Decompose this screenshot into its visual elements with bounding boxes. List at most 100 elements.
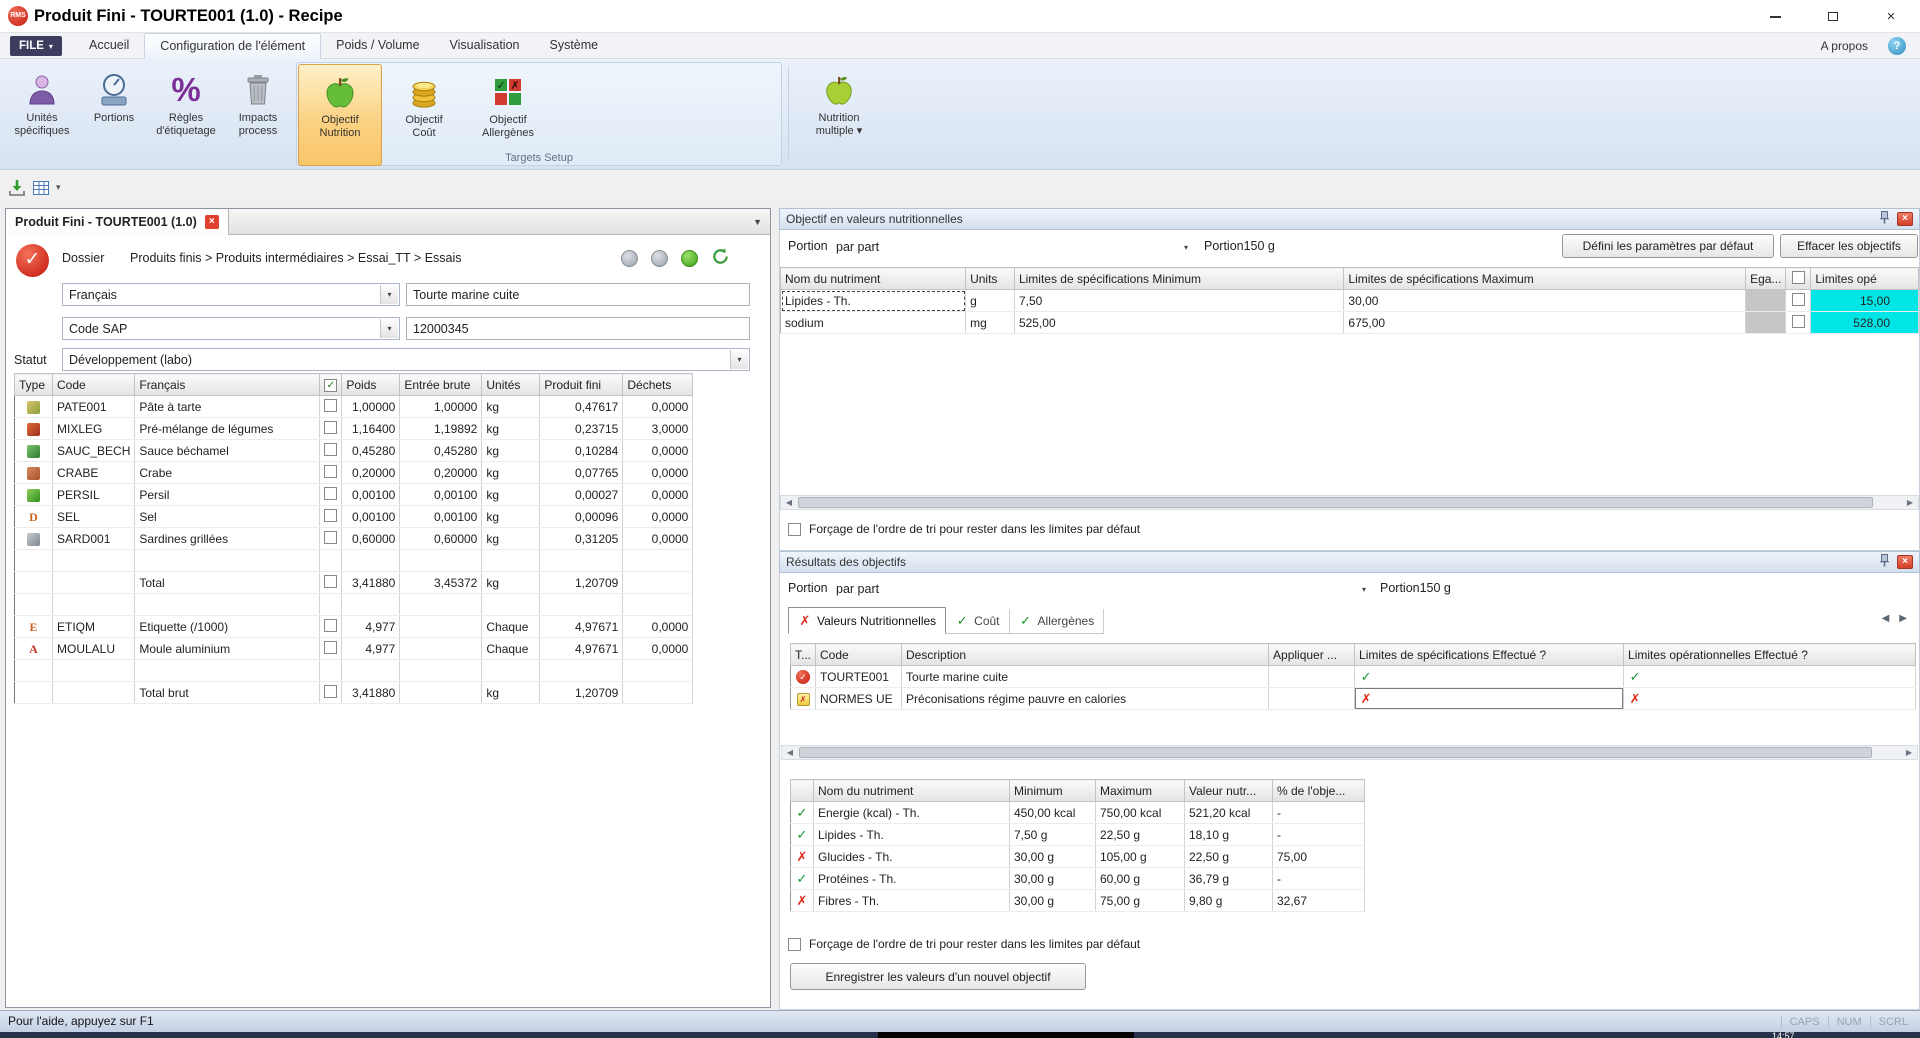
ingredient-pfini-cell[interactable]: 4,97671 (540, 616, 623, 638)
col-header-unites[interactable]: Unités (482, 374, 540, 396)
ingredient-row[interactable]: PERSIL Persil 0,00100 0,00100 kg 0,00027… (15, 484, 693, 506)
close-icon[interactable]: × (205, 215, 219, 229)
ingredient-pfini-cell[interactable]: 0,07765 (540, 462, 623, 484)
ingredient-entree-cell[interactable] (400, 660, 482, 682)
product-name-input[interactable]: Tourte marine cuite (406, 283, 750, 306)
ingredient-dechets-cell[interactable]: 0,0000 (623, 506, 693, 528)
ingredient-checkbox[interactable] (324, 399, 337, 412)
clear-objectives-button[interactable]: Effacer les objectifs (1780, 234, 1918, 258)
target-max-cell[interactable]: 30,00 (1344, 290, 1746, 312)
ingredient-pfini-cell[interactable]: 0,31205 (540, 528, 623, 550)
ingredient-pfini-cell[interactable]: 0,00096 (540, 506, 623, 528)
ingredient-code-cell[interactable]: MIXLEG (53, 418, 135, 440)
ingredient-checkbox-cell[interactable] (320, 638, 342, 660)
col-header-description[interactable]: Description (902, 644, 1269, 666)
scroll-left-icon[interactable]: ◀ (781, 496, 797, 509)
target-units-cell[interactable]: mg (966, 312, 1015, 334)
pin-icon[interactable] (1879, 554, 1890, 570)
ingredient-pfini-cell[interactable] (540, 594, 623, 616)
ribbon-button-impacts-process[interactable]: Impacts process (222, 62, 294, 164)
col-header-poids[interactable]: Poids (342, 374, 400, 396)
ingredient-unites-cell[interactable] (482, 550, 540, 572)
objective-desc-cell[interactable]: Tourte marine cuite (902, 666, 1269, 688)
nutrient-detail-row[interactable]: Energie (kcal) - Th. 450,00 kcal 750,00 … (791, 802, 1365, 824)
scroll-right-icon[interactable]: ▶ (1901, 746, 1917, 759)
ingredient-entree-cell[interactable]: 0,60000 (400, 528, 482, 550)
ingredient-code-cell[interactable]: MOULALU (53, 638, 135, 660)
panel-close-icon[interactable]: × (1897, 212, 1913, 226)
ingredient-entree-cell[interactable]: 1,00000 (400, 396, 482, 418)
maximize-button[interactable] (1804, 0, 1862, 33)
ingredient-checkbox-cell[interactable] (320, 682, 342, 704)
ingredient-checkbox-cell[interactable] (320, 506, 342, 528)
document-tab[interactable]: Produit Fini - TOURTE001 (1.0) × (6, 209, 229, 235)
objective-spec-cell[interactable] (1355, 688, 1624, 710)
objective-oper-cell[interactable] (1624, 666, 1916, 688)
col-header-limites-ope[interactable]: Limites opé (1811, 268, 1919, 290)
ingredient-entree-cell[interactable] (400, 616, 482, 638)
target-checkbox[interactable] (1792, 293, 1805, 306)
target-operational-cell[interactable]: 15,00 (1811, 290, 1919, 312)
ingredient-poids-cell[interactable]: 3,41880 (342, 572, 400, 594)
ingredient-name-cell[interactable]: Total (135, 572, 320, 594)
pin-icon[interactable] (1879, 211, 1890, 227)
col-header-produit-fini[interactable]: Produit fini (540, 374, 623, 396)
ribbon-button-nutrition-multiple[interactable]: Nutrition multiple ▾ (797, 62, 881, 164)
target-row[interactable]: Lipides - Th. g 7,50 30,00 15,00 (781, 290, 1919, 312)
horizontal-scrollbar[interactable]: ◀ ▶ (780, 495, 1919, 510)
col-header-type[interactable]: T... (791, 644, 816, 666)
ingredient-name-cell[interactable] (135, 550, 320, 572)
ingredient-unites-cell[interactable]: kg (482, 396, 540, 418)
ingredient-row[interactable] (15, 550, 693, 572)
ingredient-unites-cell[interactable]: Chaque (482, 616, 540, 638)
ingredient-poids-cell[interactable] (342, 550, 400, 572)
col-header-valeur[interactable]: Valeur nutr... (1185, 780, 1273, 802)
ingredient-entree-cell[interactable] (400, 638, 482, 660)
ingredient-poids-cell[interactable]: 0,20000 (342, 462, 400, 484)
portion-mode-select[interactable]: par part ▾ (836, 578, 1366, 600)
ingredient-checkbox[interactable] (324, 641, 337, 654)
ingredient-dechets-cell[interactable] (623, 594, 693, 616)
toolbar-options-icon[interactable]: ▾ (56, 182, 61, 193)
objective-row[interactable]: TOURTE001 Tourte marine cuite (791, 666, 1916, 688)
ingredient-unites-cell[interactable]: kg (482, 572, 540, 594)
ingredient-unites-cell[interactable] (482, 594, 540, 616)
ingredient-name-cell[interactable] (135, 660, 320, 682)
col-header-code[interactable]: Code (816, 644, 902, 666)
col-header-entree-brute[interactable]: Entrée brute (400, 374, 482, 396)
ingredient-checkbox-cell[interactable] (320, 396, 342, 418)
ingredient-checkbox-cell[interactable] (320, 440, 342, 462)
results-tab[interactable]: Coût (946, 609, 1009, 633)
col-header-nutriment[interactable]: Nom du nutriment (781, 268, 966, 290)
ingredient-row[interactable]: Total 3,41880 3,45372 kg 1,20709 (15, 572, 693, 594)
col-header-checkbox[interactable] (1786, 268, 1811, 290)
ingredient-unites-cell[interactable]: kg (482, 506, 540, 528)
ingredient-entree-cell[interactable]: 0,20000 (400, 462, 482, 484)
ingredient-entree-cell[interactable]: 0,00100 (400, 484, 482, 506)
ribbon-tab[interactable]: Accueil (74, 33, 144, 59)
ingredient-row[interactable]: PATE001 Pâte à tarte 1,00000 1,00000 kg … (15, 396, 693, 418)
scrollbar-thumb[interactable] (799, 747, 1872, 758)
objective-row[interactable]: NORMES UE Préconisations régime pauvre e… (791, 688, 1916, 710)
ingredient-poids-cell[interactable]: 4,977 (342, 616, 400, 638)
col-header-francais[interactable]: Français (135, 374, 320, 396)
portion-mode-select[interactable]: par part ▾ (836, 236, 1188, 258)
ingredient-code-cell[interactable] (53, 550, 135, 572)
ingredient-checkbox[interactable] (324, 421, 337, 434)
col-header-minimum[interactable]: Minimum (1010, 780, 1096, 802)
ingredient-code-cell[interactable] (53, 572, 135, 594)
ribbon-button-unites-specifiques[interactable]: Unités spécifiques (6, 62, 78, 164)
objective-apply-cell[interactable] (1269, 688, 1355, 710)
ingredient-name-cell[interactable]: Total brut (135, 682, 320, 704)
ingredient-dechets-cell[interactable] (623, 550, 693, 572)
col-header-spec-max[interactable]: Limites de spécifications Maximum (1344, 268, 1746, 290)
col-header-code[interactable]: Code (53, 374, 135, 396)
ingredient-pfini-cell[interactable]: 1,20709 (540, 682, 623, 704)
ingredient-dechets-cell[interactable]: 3,0000 (623, 418, 693, 440)
objective-oper-cell[interactable] (1624, 688, 1916, 710)
select-all-checkbox[interactable] (324, 379, 337, 392)
target-checkbox-cell[interactable] (1786, 290, 1811, 312)
language-select[interactable]: Français ▾ (62, 283, 400, 306)
ingredient-poids-cell[interactable] (342, 660, 400, 682)
ingredient-checkbox-cell[interactable] (320, 594, 342, 616)
